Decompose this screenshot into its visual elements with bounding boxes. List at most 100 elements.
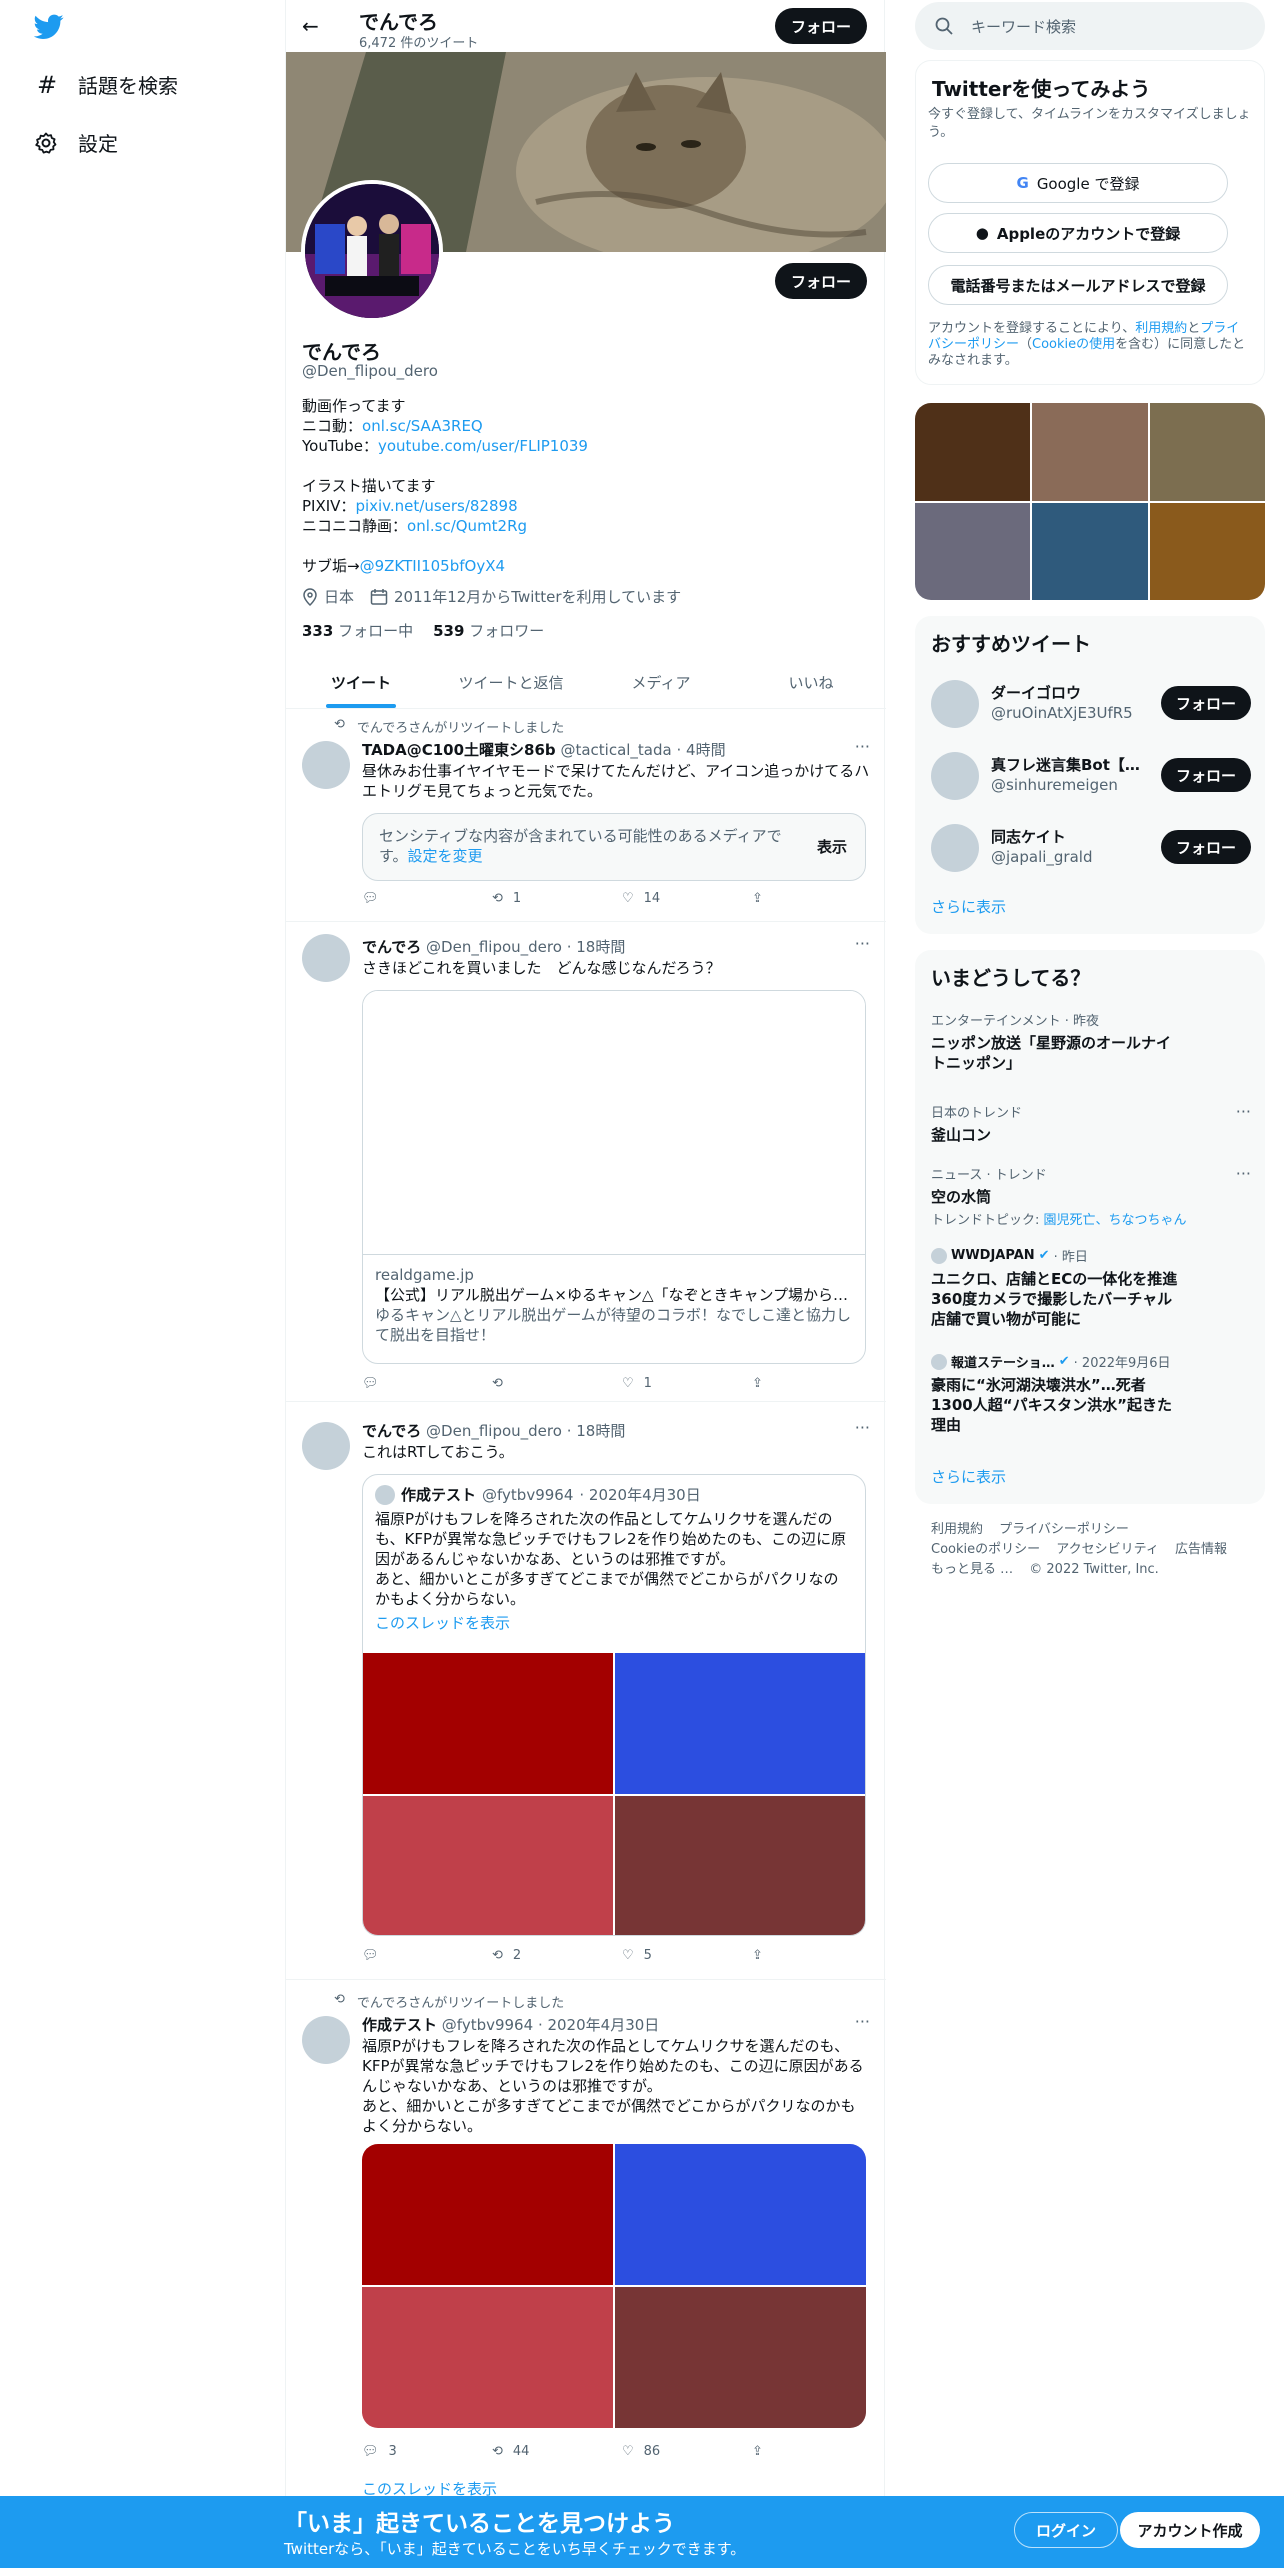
like-button[interactable]: ♡ 14 bbox=[622, 891, 722, 906]
like-button[interactable]: ♡ 1 bbox=[622, 1376, 722, 1391]
share-button[interactable]: ⇪ bbox=[752, 1376, 782, 1391]
tweet[interactable]: でんでろ @Den_flipou_dero · 18時間 ··· さきほどこれを… bbox=[286, 922, 886, 1402]
reply-button[interactable]: 💬︎ 3 bbox=[362, 2444, 462, 2459]
suggested-user[interactable]: 同志ケイト @japali_grald フォロー bbox=[931, 814, 1251, 878]
reply-button[interactable]: 💬︎ bbox=[362, 1376, 462, 1391]
reply-button[interactable]: 💬︎ bbox=[362, 1948, 462, 1963]
retweet-button[interactable]: ⟲ bbox=[492, 1376, 592, 1391]
cookie-link[interactable]: Cookieの使用 bbox=[1032, 337, 1115, 352]
media-thumbnail[interactable] bbox=[915, 502, 1031, 600]
footer-accessibility-link[interactable]: アクセシビリティ bbox=[1056, 1542, 1159, 1557]
trend-item[interactable]: ニュース · トレンド 空の水筒 トレンドトピック: 園児死亡、ちなつちゃん ·… bbox=[931, 1164, 1251, 1228]
tab-tweets-replies[interactable]: ツイートと返信 bbox=[436, 656, 586, 708]
apple-signup-button[interactable]: ● Appleのアカウントで登録 bbox=[928, 213, 1228, 253]
share-button[interactable]: ⇪ bbox=[752, 2444, 782, 2459]
quote-media-image[interactable] bbox=[615, 1796, 865, 1935]
tweet[interactable]: ⟲ でんでろさんがリツイートしました 作成テスト @fytbv9964 · 20… bbox=[286, 1980, 886, 2498]
quote-tweet[interactable]: 作成テスト @fytbv9964 · 2020年4月30日 福原Pがけもフレを降… bbox=[362, 1474, 866, 1936]
tweet-author-name[interactable]: でんでろ bbox=[362, 938, 421, 956]
bio-link-pixiv[interactable]: pixiv.net/users/82898 bbox=[355, 497, 517, 515]
login-button[interactable]: ログイン bbox=[1014, 2512, 1118, 2548]
tweet-avatar[interactable] bbox=[302, 934, 350, 982]
topbar-follow-button[interactable]: フォロー bbox=[775, 8, 867, 44]
twitter-logo-icon[interactable] bbox=[34, 14, 64, 44]
footer-cookie-link[interactable]: Cookieのポリシー bbox=[931, 1542, 1040, 1557]
tweet-media-image[interactable] bbox=[362, 2287, 613, 2428]
footer-ads-link[interactable]: 広告情報 bbox=[1175, 1542, 1227, 1557]
bio-link-nico[interactable]: onl.sc/SAA3REQ bbox=[362, 417, 483, 435]
signup-button[interactable]: アカウント作成 bbox=[1120, 2512, 1260, 2548]
media-thumbnail[interactable] bbox=[1032, 403, 1148, 501]
like-button[interactable]: ♡ 86 bbox=[622, 2444, 722, 2459]
search-box[interactable]: キーワード検索 bbox=[915, 2, 1265, 50]
tweet-time[interactable]: · 2020年4月30日 bbox=[538, 2016, 659, 2034]
tweet-media-image[interactable] bbox=[615, 2287, 866, 2428]
who-to-follow-more-link[interactable]: さらに表示 bbox=[931, 896, 1006, 917]
like-button[interactable]: ♡ 5 bbox=[622, 1948, 722, 1963]
profile-avatar[interactable] bbox=[301, 180, 443, 322]
trend-item[interactable]: 日本のトレンド 釜山コン ··· bbox=[931, 1102, 1251, 1145]
following-link[interactable]: 333 フォロー中 bbox=[302, 620, 413, 641]
tweet-avatar[interactable] bbox=[302, 2016, 350, 2064]
trend-item[interactable]: WWDJAPAN ✔ · 昨日 ユニクロ、店舗とECの一体化を推進 360度カメ… bbox=[931, 1246, 1192, 1329]
show-thread-link[interactable]: このスレッドを表示 bbox=[375, 1613, 853, 1633]
bio-link-seiga[interactable]: onl.sc/Qumt2Rg bbox=[407, 517, 527, 535]
more-options-icon[interactable]: ··· bbox=[855, 2012, 870, 2031]
retweet-button[interactable]: ⟲ 44 bbox=[492, 2444, 592, 2459]
link-card[interactable]: realdgame.jp 【公式】リアル脱出ゲーム×ゆるキャン△「なぞときキャン… bbox=[362, 990, 866, 1364]
tweet-author-name[interactable]: でんでろ bbox=[362, 1422, 421, 1440]
change-settings-link[interactable]: 設定を変更 bbox=[408, 847, 483, 865]
more-options-icon[interactable]: ··· bbox=[855, 1418, 870, 1437]
tweet-avatar[interactable] bbox=[302, 1422, 350, 1470]
tweet-avatar[interactable] bbox=[302, 741, 350, 789]
retweet-button[interactable]: ⟲ 1 bbox=[492, 891, 592, 906]
suggested-follow-button[interactable]: フォロー bbox=[1161, 758, 1251, 792]
trends-more-link[interactable]: さらに表示 bbox=[931, 1466, 1006, 1487]
terms-link[interactable]: 利用規約 bbox=[1135, 321, 1187, 336]
quote-media-image[interactable] bbox=[363, 1796, 613, 1935]
suggested-follow-button[interactable]: フォロー bbox=[1161, 830, 1251, 864]
bio-link-youtube[interactable]: youtube.com/user/FLIP1039 bbox=[378, 437, 588, 455]
back-arrow-icon[interactable]: ← bbox=[302, 14, 319, 38]
media-thumbnail[interactable] bbox=[1032, 502, 1148, 600]
tab-media[interactable]: メディア bbox=[586, 656, 736, 708]
share-button[interactable]: ⇪ bbox=[752, 891, 782, 906]
tab-tweets[interactable]: ツイート bbox=[286, 656, 436, 708]
media-thumbnail[interactable] bbox=[915, 403, 1031, 501]
suggested-user[interactable]: 真フレ迷言集Bot【プ… @sinhuremeigen フォロー bbox=[931, 742, 1251, 806]
tweet[interactable]: ⟲ でんでろさんがリツイートしました TADA@C100土曜東シ86b @tac… bbox=[286, 709, 886, 922]
tweet-time[interactable]: · 18時間 bbox=[567, 1422, 626, 1440]
trend-more-icon[interactable]: ··· bbox=[1236, 1102, 1251, 1121]
tweet-author-name[interactable]: 作成テスト bbox=[362, 2016, 437, 2034]
suggested-user-avatar[interactable] bbox=[931, 752, 979, 800]
suggested-user-avatar[interactable] bbox=[931, 680, 979, 728]
footer-more-link[interactable]: もっと見る … bbox=[931, 1562, 1013, 1577]
google-signup-button[interactable]: G Google で登録 bbox=[928, 163, 1228, 203]
reply-button[interactable]: 💬︎ bbox=[362, 891, 462, 906]
suggested-user[interactable]: ダーイゴロウ @ruOinAtXjE3UfR5 フォロー bbox=[931, 670, 1251, 734]
bio-link-sub-account[interactable]: @9ZKTII105bfOyX4 bbox=[360, 557, 505, 575]
tweet-time[interactable]: · 18時間 bbox=[567, 938, 626, 956]
nav-explore[interactable]: # 話題を検索 bbox=[34, 70, 178, 99]
tweet[interactable]: でんでろ @Den_flipou_dero · 18時間 ··· これはRTして… bbox=[286, 1402, 886, 1980]
footer-terms-link[interactable]: 利用規約 bbox=[931, 1522, 983, 1537]
nav-settings[interactable]: 設定 bbox=[34, 128, 118, 157]
quote-media-image[interactable] bbox=[363, 1653, 613, 1794]
tab-likes[interactable]: いいね bbox=[736, 656, 886, 708]
tweet-author-name[interactable]: TADA@C100土曜東シ86b bbox=[362, 741, 556, 759]
followers-link[interactable]: 539 フォロワー bbox=[433, 620, 544, 641]
media-thumbnail[interactable] bbox=[1149, 502, 1265, 600]
media-thumbnail[interactable] bbox=[1149, 403, 1265, 501]
more-options-icon[interactable]: ··· bbox=[855, 934, 870, 953]
retweet-button[interactable]: ⟲ 2 bbox=[492, 1948, 592, 1963]
show-media-button[interactable]: 表示 bbox=[817, 836, 847, 857]
trend-item[interactable]: 報道ステーショ… ✔ · 2022年9月6日 豪雨に“氷河湖決壊洪水”…死者13… bbox=[931, 1352, 1181, 1435]
footer-privacy-link[interactable]: プライバシーポリシー bbox=[999, 1522, 1129, 1537]
quote-media-image[interactable] bbox=[615, 1653, 865, 1794]
tweet-time[interactable]: · 4時間 bbox=[677, 741, 726, 759]
suggested-user-avatar[interactable] bbox=[931, 824, 979, 872]
more-options-icon[interactable]: ··· bbox=[855, 737, 870, 756]
tweet-media-image[interactable] bbox=[362, 2144, 613, 2285]
trend-more-icon[interactable]: ··· bbox=[1236, 1164, 1251, 1183]
trend-topic-link[interactable]: 園児死亡、ちなつちゃん bbox=[1044, 1213, 1187, 1228]
